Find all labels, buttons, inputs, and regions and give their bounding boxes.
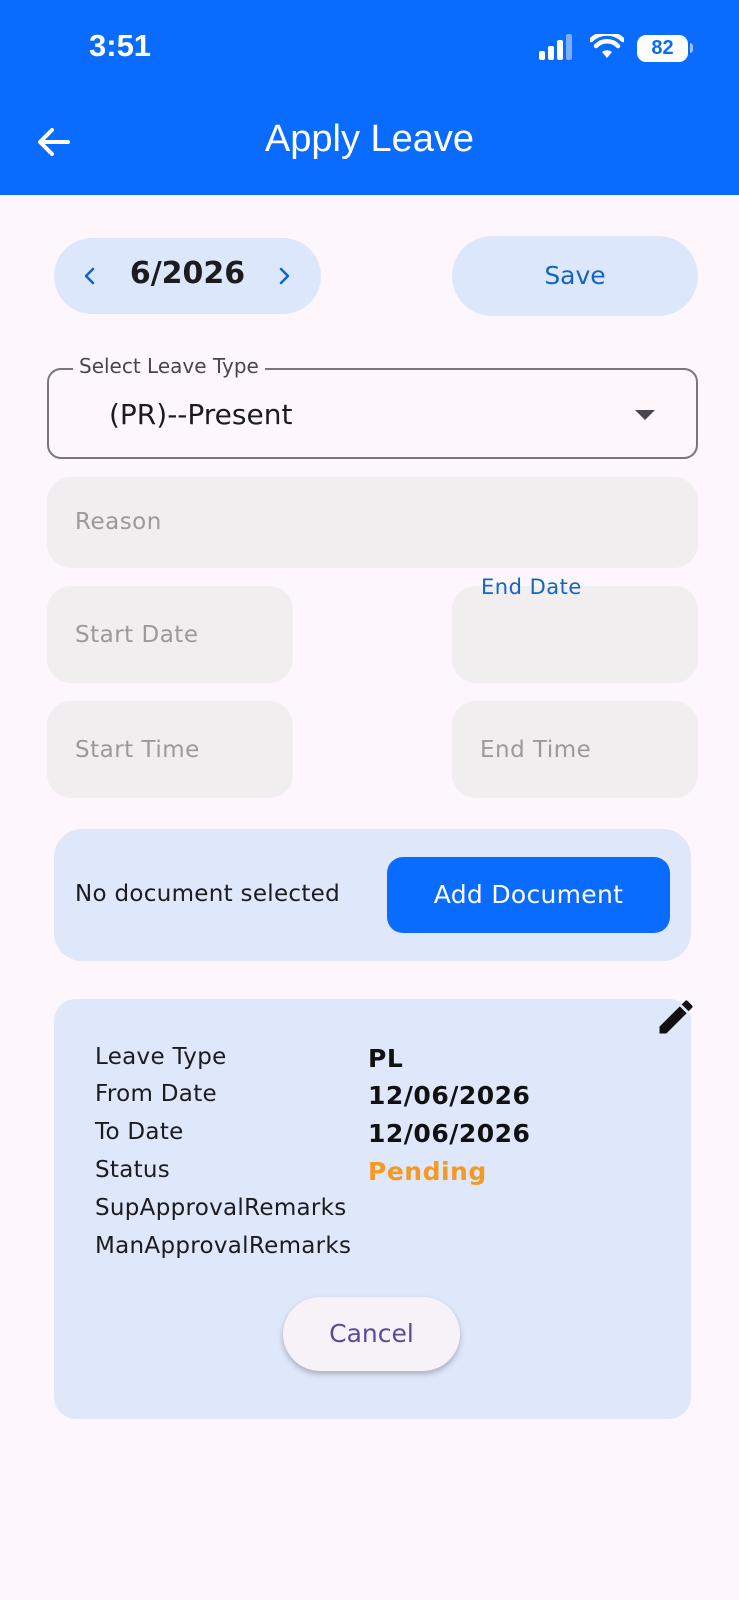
start-date-input[interactable]: Start Date	[47, 586, 293, 683]
wifi-icon	[588, 31, 626, 64]
pencil-icon	[659, 1000, 693, 1034]
end-date-input[interactable]	[452, 586, 698, 683]
status-value: Pending	[368, 1157, 487, 1186]
detail-label: Status	[95, 1157, 171, 1183]
leave-type-label: Select Leave Type	[73, 354, 265, 378]
detail-label: Leave Type	[95, 1044, 227, 1070]
add-document-button[interactable]: Add Document	[387, 857, 670, 933]
reason-input[interactable]: Reason	[47, 477, 698, 568]
cancel-button[interactable]: Cancel	[283, 1297, 460, 1371]
leave-record-card: Leave Type PL From Date 12/06/2026 To Da…	[54, 999, 693, 1419]
detail-label: From Date	[95, 1081, 217, 1107]
start-time-input[interactable]: Start Time	[47, 701, 293, 798]
save-button[interactable]: Save	[452, 236, 698, 316]
detail-label: ManApprovalRemarks	[95, 1233, 352, 1259]
detail-value: PL	[368, 1044, 404, 1073]
status-time: 3:51	[89, 28, 152, 63]
document-status: No document selected	[75, 881, 341, 907]
detail-value: 12/06/2026	[368, 1119, 531, 1148]
page-title: Apply Leave	[264, 118, 475, 160]
battery-icon: 82	[637, 35, 688, 62]
detail-label: To Date	[95, 1119, 184, 1145]
end-time-placeholder: End Time	[480, 737, 592, 763]
signal-icon	[539, 34, 579, 64]
app-bar: Apply Leave	[0, 96, 739, 195]
next-month-button[interactable]	[270, 262, 298, 290]
leave-type-dropdown[interactable]: Select Leave Type (PR)--Present	[47, 354, 698, 459]
chevron-right-icon	[279, 267, 290, 285]
status-bar: 3:51 82	[0, 0, 739, 96]
document-card: No document selected Add Document	[54, 829, 691, 961]
leave-type-value: (PR)--Present	[109, 398, 293, 431]
end-date-label: End Date	[481, 575, 582, 599]
start-time-placeholder: Start Time	[75, 737, 200, 763]
detail-label: SupApprovalRemarks	[95, 1195, 347, 1221]
reason-placeholder: Reason	[75, 509, 162, 535]
detail-value: 12/06/2026	[368, 1081, 531, 1110]
dropdown-arrow-icon	[635, 410, 655, 420]
month-navigator: 6/2026	[54, 238, 321, 314]
battery-tip	[690, 43, 693, 53]
end-time-input[interactable]: End Time	[452, 701, 698, 798]
start-date-placeholder: Start Date	[75, 622, 199, 648]
edit-button[interactable]	[654, 995, 698, 1039]
